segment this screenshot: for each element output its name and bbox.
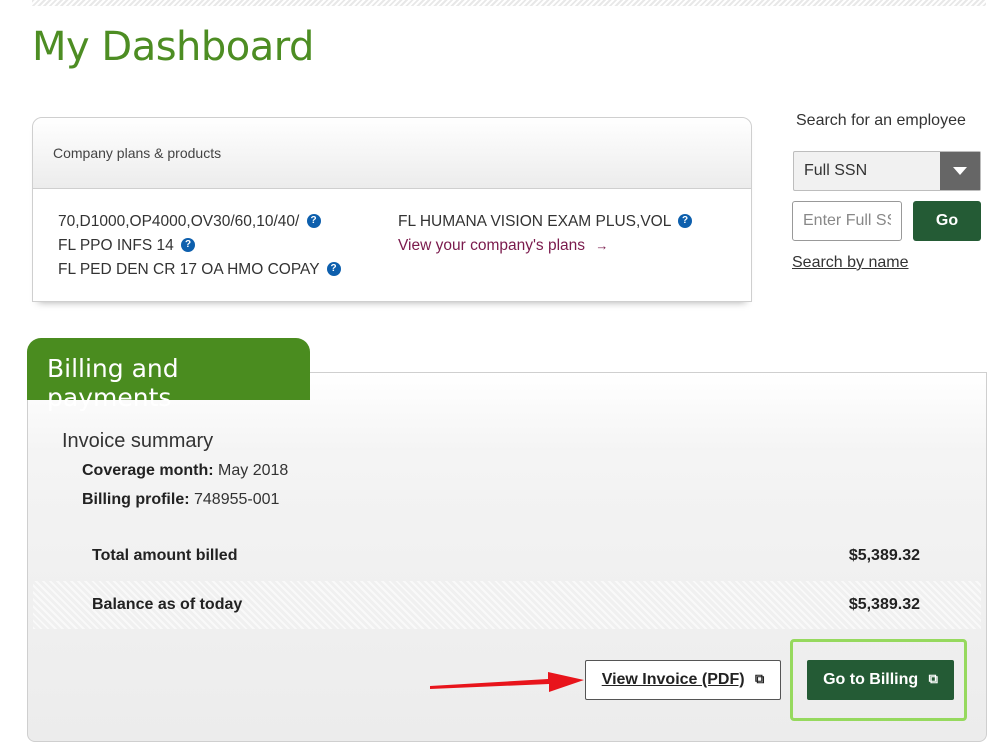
go-to-billing-button[interactable]: Go to Billing ⧉	[807, 660, 954, 700]
plan-item: FL PED DEN CR 17 OA HMO COPAY ?	[58, 258, 341, 282]
top-divider	[32, 0, 986, 6]
invoice-summary-title: Invoice summary	[62, 430, 214, 452]
plans-card-header: Company plans & products	[33, 118, 751, 189]
coverage-month-value: May 2018	[218, 462, 289, 479]
search-type-select[interactable]: Full SSN	[793, 151, 981, 191]
external-link-icon: ⧉	[755, 671, 765, 686]
billing-tab-title: Billing and payments	[27, 338, 310, 412]
coverage-month: Coverage month: May 2018	[82, 462, 288, 480]
plans-right-column: FL HUMANA VISION EXAM PLUS,VOL ? View yo…	[398, 210, 693, 258]
plan-item-label: FL HUMANA VISION EXAM PLUS,VOL	[398, 213, 671, 230]
arrow-right-icon: →	[595, 238, 609, 253]
ssn-input[interactable]	[792, 201, 902, 241]
view-company-plans-link[interactable]: View your company's plans	[398, 237, 585, 254]
page-title: My Dashboard	[32, 24, 314, 70]
plan-item: FL HUMANA VISION EXAM PLUS,VOL ?	[398, 210, 693, 234]
help-icon[interactable]: ?	[326, 262, 341, 276]
company-plans-card: Company plans & products 70,D1000,OP4000…	[32, 117, 752, 302]
balance-label: Balance as of today	[92, 596, 243, 613]
view-invoice-label: View Invoice (PDF)	[601, 671, 745, 688]
balance-value: $5,389.32	[848, 596, 920, 613]
chevron-down-icon	[953, 167, 967, 175]
view-invoice-pdf-button[interactable]: View Invoice (PDF) ⧉	[585, 660, 781, 700]
plan-item: 70,D1000,OP4000,OV30/60,10/40/ ?	[58, 210, 341, 234]
plan-item-label: FL PPO INFS 14	[58, 237, 174, 254]
search-type-value: Full SSN	[804, 162, 868, 179]
plans-left-column: 70,D1000,OP4000,OV30/60,10/40/ ? FL PPO …	[58, 210, 341, 282]
help-icon[interactable]: ?	[181, 238, 196, 252]
go-button[interactable]: Go	[913, 201, 981, 241]
help-icon[interactable]: ?	[306, 214, 321, 228]
view-plans-row: View your company's plans →	[398, 234, 692, 258]
billing-profile-value: 748955-001	[194, 491, 280, 508]
search-by-name-link[interactable]: Search by name	[792, 254, 909, 272]
help-icon[interactable]: ?	[678, 214, 693, 228]
external-link-icon: ⧉	[928, 671, 938, 686]
plan-item-label: 70,D1000,OP4000,OV30/60,10/40/	[58, 213, 300, 230]
billing-profile-label: Billing profile:	[82, 491, 190, 508]
search-employee-label: Search for an employee	[796, 112, 966, 129]
go-to-billing-label: Go to Billing	[823, 671, 919, 688]
billing-profile: Billing profile: 748955-001	[82, 491, 279, 509]
plan-item-label: FL PED DEN CR 17 OA HMO COPAY	[58, 261, 320, 278]
total-billed-row: Total amount billed $5,389.32	[33, 532, 981, 580]
select-toggle[interactable]	[940, 152, 980, 190]
balance-row: Balance as of today $5,389.32	[33, 581, 981, 629]
total-billed-value: $5,389.32	[848, 547, 920, 564]
annotation-arrow-icon	[430, 672, 584, 692]
plan-item: FL PPO INFS 14 ?	[58, 234, 341, 258]
total-billed-label: Total amount billed	[92, 547, 238, 564]
coverage-month-label: Coverage month:	[82, 462, 214, 479]
